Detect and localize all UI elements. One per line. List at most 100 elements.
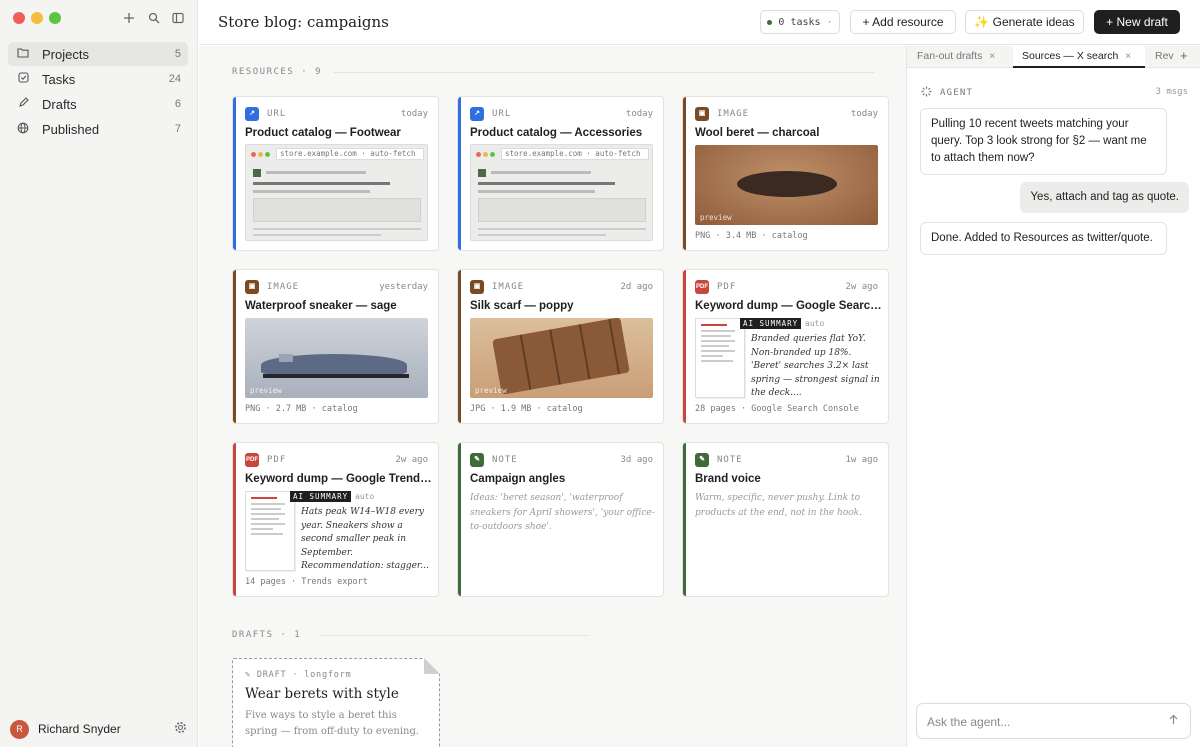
folder-icon	[16, 47, 30, 61]
tasks-status-button[interactable]: 0 tasks ·	[760, 10, 840, 34]
pdf-icon: PDF	[695, 280, 709, 294]
search-icon[interactable]	[146, 11, 162, 27]
section-label: RESOURCES	[232, 67, 295, 77]
resource-card[interactable]: ✎ NOTE 1w ago Brand voice Warm, specific…	[682, 442, 889, 597]
close-icon[interactable]: ×	[1125, 51, 1131, 62]
resource-card[interactable]: ↗ URL today Product catalog — Footwear s…	[232, 96, 439, 251]
divider	[334, 72, 874, 73]
sidebar-item-drafts[interactable]: Drafts 6	[8, 92, 188, 116]
sidebar-item-label: Published	[42, 121, 100, 137]
card-accent-bar	[683, 270, 686, 423]
tab-rev[interactable]: Rev	[1155, 46, 1175, 68]
note-icon: ✎	[695, 453, 709, 467]
sidebar-item-tasks[interactable]: Tasks 24	[8, 67, 188, 91]
card-title: Keyword dump — Google Trends ...	[245, 473, 433, 485]
close-icon[interactable]: ×	[989, 51, 995, 62]
card-kind: IMAGE	[267, 282, 300, 292]
panel-tabs: Fan-out drafts × Sources — X search × Rev …	[907, 46, 1200, 68]
pencil-icon	[16, 97, 30, 111]
card-accent-bar	[458, 97, 461, 250]
resource-card[interactable]: ↗ URL today Product catalog — Accessorie…	[457, 96, 664, 251]
minimize-window-button[interactable]	[31, 12, 43, 24]
tab-fan-out-drafts[interactable]: Fan-out drafts ×	[917, 46, 1013, 68]
agent-input[interactable]: Ask the agent...	[916, 703, 1191, 739]
card-time: 2w ago	[845, 282, 878, 292]
image-icon: ▣	[245, 280, 259, 294]
card-meta: PNG · 2.7 MB · catalog	[245, 404, 358, 414]
agent-label: AGENT	[940, 88, 974, 98]
add-resource-button[interactable]: + Add resource	[850, 10, 956, 34]
card-title: Wool beret — charcoal	[695, 127, 820, 139]
url-bar: store.example.com · auto-fetch	[501, 148, 649, 160]
resource-card[interactable]: ▣ IMAGE 2d ago Silk scarf — poppy previe…	[457, 269, 664, 424]
tasks-label: 0 tasks	[778, 16, 821, 28]
url-preview: store.example.com · auto-fetch	[245, 144, 428, 241]
preview-label: preview	[250, 386, 282, 395]
card-time: 1w ago	[845, 455, 878, 465]
image-icon: ▣	[470, 280, 484, 294]
resource-card[interactable]: ▣ IMAGE today Wool beret — charcoal prev…	[682, 96, 889, 251]
url-bar: store.example.com · auto-fetch	[276, 148, 424, 160]
resources-section-title: RESOURCES · 9	[232, 67, 322, 77]
card-accent-bar	[458, 270, 461, 423]
close-window-button[interactable]	[13, 12, 25, 24]
card-accent-bar	[233, 97, 236, 250]
sidebar-item-label: Drafts	[42, 96, 77, 112]
pencil-icon: ✎	[245, 670, 251, 680]
sidebar-item-projects[interactable]: Projects 5	[8, 42, 188, 66]
gear-icon[interactable]	[174, 721, 187, 737]
spinner-icon	[921, 86, 932, 100]
card-kind: IMAGE	[492, 282, 525, 292]
card-time: 3d ago	[620, 455, 653, 465]
sidebar-item-count: 7	[174, 123, 181, 135]
pdf-thumbnail	[245, 491, 295, 571]
resource-card[interactable]: ▣ IMAGE yesterday Waterproof sneaker — s…	[232, 269, 439, 424]
sidebar-item-label: Projects	[42, 46, 89, 62]
section-label: DRAFTS	[232, 630, 274, 640]
card-title: Campaign angles	[470, 473, 566, 485]
new-draft-button[interactable]: + New draft	[1094, 10, 1180, 34]
add-tab-icon[interactable]: +	[1180, 46, 1194, 68]
link-icon: ↗	[470, 107, 484, 121]
sidebar-item-label: Tasks	[42, 71, 76, 87]
sidebar-item-published[interactable]: Published 7	[8, 117, 188, 141]
card-title: Silk scarf — poppy	[470, 300, 574, 312]
tab-sources-x-search[interactable]: Sources — X search ×	[1013, 46, 1145, 68]
send-arrow-icon[interactable]	[1169, 714, 1178, 728]
agent-header: AGENT	[921, 86, 973, 100]
resource-card[interactable]: ✎ NOTE 3d ago Campaign angles Ideas: 'be…	[457, 442, 664, 597]
auto-label: auto	[805, 319, 825, 328]
user-profile[interactable]: R Richard Snyder	[10, 718, 190, 740]
zoom-window-button[interactable]	[49, 12, 61, 24]
status-dot	[767, 19, 773, 25]
sidebar-item-count: 5	[174, 48, 181, 60]
resource-card[interactable]: PDF PDF 2w ago Keyword dump — Google Sea…	[682, 269, 889, 424]
image-preview: preview	[470, 318, 653, 398]
card-accent-bar	[233, 270, 236, 423]
card-meta: PNG · 3.4 MB · catalog	[695, 231, 808, 241]
sidebar-toggle-icon[interactable]	[170, 11, 186, 27]
pdf-icon: PDF	[245, 453, 259, 467]
preview-label: preview	[475, 386, 507, 395]
note-body: Ideas: 'beret season', 'waterproof sneak…	[470, 493, 655, 532]
draft-kind-line: ✎ DRAFT · longform	[245, 670, 352, 680]
user-name: Richard Snyder	[38, 722, 121, 736]
ai-summary-badge: AI SUMMARY	[290, 491, 352, 502]
card-kind: NOTE	[717, 455, 743, 465]
card-kind: URL	[267, 109, 287, 119]
sidebar-item-count: 6	[174, 98, 181, 110]
tab-label: Sources — X search	[1022, 50, 1119, 62]
pdf-thumbnail	[695, 318, 745, 398]
card-meta: JPG · 1.9 MB · catalog	[470, 404, 583, 414]
draft-card[interactable]: ✎ DRAFT · longform Wear berets with styl…	[232, 658, 440, 747]
preview-label: preview	[700, 213, 732, 222]
sidebar: Projects 5 Tasks 24 Drafts 6 Published 7…	[0, 0, 198, 747]
draft-format: longform	[304, 670, 352, 680]
card-title: Keyword dump — Google Search ...	[695, 300, 883, 312]
generate-ideas-button[interactable]: ✨ Generate ideas	[965, 10, 1084, 34]
divider	[319, 635, 589, 636]
card-kind: PDF	[717, 282, 737, 292]
plus-icon[interactable]	[121, 11, 137, 27]
card-meta: 28 pages · Google Search Console	[695, 404, 859, 414]
resource-card[interactable]: PDF PDF 2w ago Keyword dump — Google Tre…	[232, 442, 439, 597]
